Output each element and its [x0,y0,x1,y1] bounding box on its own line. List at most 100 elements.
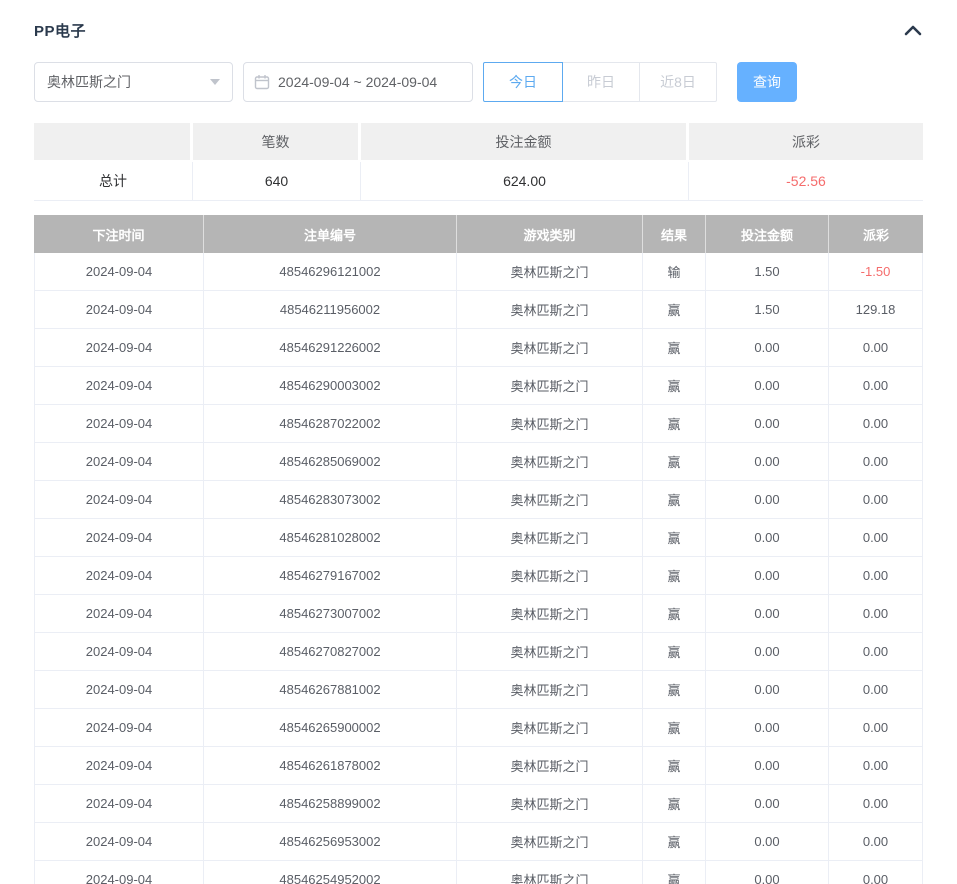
betting-records-panel: PP电子 奥林匹斯之门 2024-09-04 ~ 2024 [0,0,957,884]
table-row: 2024-09-04 48546254952002 奥林匹斯之门 赢 0.00 … [34,861,923,884]
result-cell: 赢 [643,823,706,861]
payout-cell: 0.00 [829,519,923,557]
game-type-cell: 奥林匹斯之门 [457,633,643,671]
table-row: 2024-09-04 48546291226002 奥林匹斯之门 赢 0.00 … [34,329,923,367]
payout-cell: -1.50 [829,253,923,291]
records-table-body: 2024-09-04 48546296121002 奥林匹斯之门 输 1.50 … [34,253,923,884]
collapse-panel-button[interactable] [903,23,923,37]
bet-amount-cell: 0.00 [706,481,829,519]
table-row: 2024-09-04 48546283073002 奥林匹斯之门 赢 0.00 … [34,481,923,519]
bet-time-cell: 2024-09-04 [34,633,204,671]
result-cell: 赢 [643,747,706,785]
chevron-up-icon [903,23,923,37]
bet-amount-cell: 0.00 [706,747,829,785]
game-select[interactable]: 奥林匹斯之门 [34,62,233,102]
bet-amount-cell: 0.00 [706,823,829,861]
bet-amount-cell: 0.00 [706,595,829,633]
table-row: 2024-09-04 48546287022002 奥林匹斯之门 赢 0.00 … [34,405,923,443]
payout-cell: 0.00 [829,747,923,785]
bet-time-cell: 2024-09-04 [34,823,204,861]
bet-time-cell: 2024-09-04 [34,785,204,823]
order-id-cell: 48546285069002 [204,443,457,481]
header-result: 结果 [643,215,706,253]
header-payout: 派彩 [829,215,923,253]
bet-amount-cell: 1.50 [706,253,829,291]
order-id-cell: 48546254952002 [204,861,457,884]
game-type-cell: 奥林匹斯之门 [457,823,643,861]
bet-amount-cell: 0.00 [706,633,829,671]
bet-time-cell: 2024-09-04 [34,405,204,443]
result-cell: 赢 [643,671,706,709]
bet-time-cell: 2024-09-04 [34,519,204,557]
game-type-cell: 奥林匹斯之门 [457,785,643,823]
game-type-cell: 奥林匹斯之门 [457,861,643,884]
order-id-cell: 48546291226002 [204,329,457,367]
result-cell: 赢 [643,367,706,405]
last-8-days-button[interactable]: 近8日 [639,62,717,102]
quick-date-buttons: 今日 昨日 近8日 [483,62,717,102]
filter-bar: 奥林匹斯之门 2024-09-04 ~ 2024-09-04 今日 昨日 近8日… [34,62,923,102]
bet-amount-cell: 0.00 [706,709,829,747]
bet-amount-cell: 0.00 [706,329,829,367]
order-id-cell: 48546290003002 [204,367,457,405]
order-id-cell: 48546261878002 [204,747,457,785]
result-cell: 赢 [643,481,706,519]
bet-amount-cell: 0.00 [706,861,829,884]
yesterday-button[interactable]: 昨日 [562,62,640,102]
summary-total-payout: -52.56 [689,162,923,201]
payout-cell: 0.00 [829,785,923,823]
game-type-cell: 奥林匹斯之门 [457,519,643,557]
bet-amount-cell: 0.00 [706,557,829,595]
game-select-value: 奥林匹斯之门 [47,72,131,92]
bet-time-cell: 2024-09-04 [34,329,204,367]
game-type-cell: 奥林匹斯之门 [457,253,643,291]
bet-time-cell: 2024-09-04 [34,671,204,709]
game-type-cell: 奥林匹斯之门 [457,709,643,747]
game-type-cell: 奥林匹斯之门 [457,557,643,595]
order-id-cell: 48546273007002 [204,595,457,633]
result-cell: 赢 [643,785,706,823]
game-type-cell: 奥林匹斯之门 [457,291,643,329]
today-button[interactable]: 今日 [483,62,563,102]
order-id-cell: 48546281028002 [204,519,457,557]
order-id-cell: 48546270827002 [204,633,457,671]
bet-time-cell: 2024-09-04 [34,367,204,405]
bet-time-cell: 2024-09-04 [34,709,204,747]
result-cell: 赢 [643,633,706,671]
summary-header-blank [34,123,193,160]
summary-table: 笔数 投注金额 派彩 总计 640 624.00 -52.56 [34,123,923,201]
summary-header-bet-amount: 投注金额 [361,123,689,160]
game-type-cell: 奥林匹斯之门 [457,481,643,519]
order-id-cell: 48546287022002 [204,405,457,443]
payout-cell: 0.00 [829,823,923,861]
result-cell: 赢 [643,595,706,633]
result-cell: 赢 [643,329,706,367]
calendar-icon [254,74,270,90]
order-id-cell: 48546211956002 [204,291,457,329]
table-row: 2024-09-04 48546285069002 奥林匹斯之门 赢 0.00 … [34,443,923,481]
table-row: 2024-09-04 48546258899002 奥林匹斯之门 赢 0.00 … [34,785,923,823]
table-row: 2024-09-04 48546281028002 奥林匹斯之门 赢 0.00 … [34,519,923,557]
table-row: 2024-09-04 48546267881002 奥林匹斯之门 赢 0.00 … [34,671,923,709]
game-type-cell: 奥林匹斯之门 [457,367,643,405]
order-id-cell: 48546283073002 [204,481,457,519]
payout-cell: 0.00 [829,329,923,367]
header-game-type: 游戏类别 [457,215,643,253]
bet-time-cell: 2024-09-04 [34,481,204,519]
game-type-cell: 奥林匹斯之门 [457,405,643,443]
table-row: 2024-09-04 48546296121002 奥林匹斯之门 输 1.50 … [34,253,923,291]
bet-amount-cell: 0.00 [706,405,829,443]
summary-total-count: 640 [193,162,361,201]
table-row: 2024-09-04 48546290003002 奥林匹斯之门 赢 0.00 … [34,367,923,405]
payout-cell: 0.00 [829,861,923,884]
table-row: 2024-09-04 48546261878002 奥林匹斯之门 赢 0.00 … [34,747,923,785]
header-bet-amount: 投注金额 [706,215,829,253]
game-type-cell: 奥林匹斯之门 [457,747,643,785]
payout-cell: 0.00 [829,633,923,671]
payout-cell: 0.00 [829,443,923,481]
query-button[interactable]: 查询 [737,62,797,102]
date-range-value: 2024-09-04 ~ 2024-09-04 [278,74,437,90]
panel-header: PP电子 [34,0,923,40]
date-range-input[interactable]: 2024-09-04 ~ 2024-09-04 [243,62,473,102]
payout-cell: 0.00 [829,405,923,443]
